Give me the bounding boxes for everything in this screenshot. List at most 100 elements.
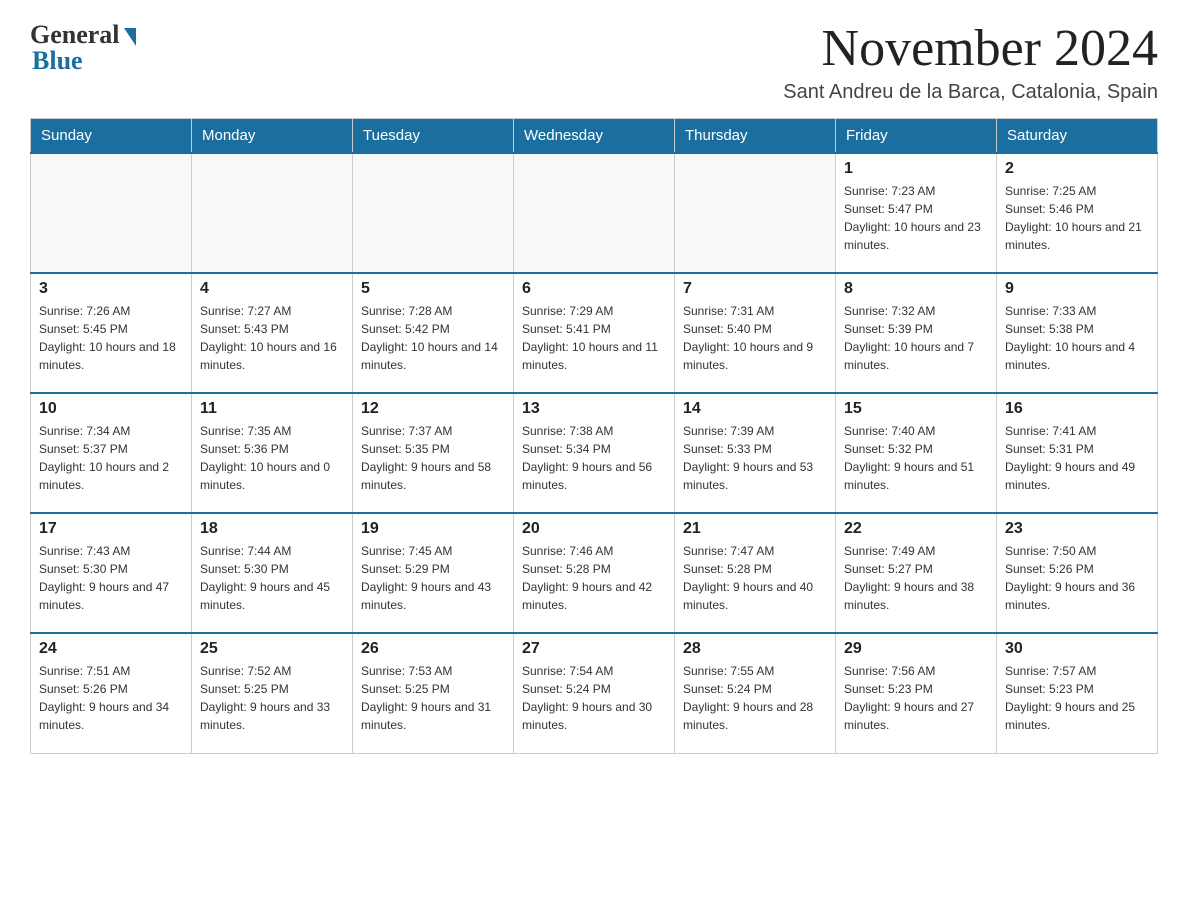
day-info: Sunrise: 7:31 AMSunset: 5:40 PMDaylight:… xyxy=(683,302,827,374)
day-number: 27 xyxy=(522,640,666,658)
day-number: 16 xyxy=(1005,400,1149,418)
day-number: 29 xyxy=(844,640,988,658)
calendar-day-cell xyxy=(192,153,353,273)
calendar-table: SundayMondayTuesdayWednesdayThursdayFrid… xyxy=(30,118,1158,754)
day-info: Sunrise: 7:51 AMSunset: 5:26 PMDaylight:… xyxy=(39,662,183,734)
day-info: Sunrise: 7:53 AMSunset: 5:25 PMDaylight:… xyxy=(361,662,505,734)
calendar-week-row: 1 Sunrise: 7:23 AMSunset: 5:47 PMDaylight… xyxy=(31,153,1158,273)
day-info: Sunrise: 7:35 AMSunset: 5:36 PMDaylight:… xyxy=(200,422,344,494)
day-info: Sunrise: 7:32 AMSunset: 5:39 PMDaylight:… xyxy=(844,302,988,374)
calendar-day-cell: 26 Sunrise: 7:53 AMSunset: 5:25 PMDayligh… xyxy=(353,633,514,753)
weekday-header-cell: Saturday xyxy=(997,119,1158,154)
day-number: 26 xyxy=(361,640,505,658)
day-info: Sunrise: 7:57 AMSunset: 5:23 PMDaylight:… xyxy=(1005,662,1149,734)
title-section: November 2024 Sant Andreu de la Barca, C… xyxy=(783,20,1158,104)
calendar-day-cell: 25Sunrise: 7:52 AMSunset: 5:25 PMDayligh… xyxy=(192,633,353,753)
day-number: 5 xyxy=(361,280,505,298)
day-info: Sunrise: 7:47 AMSunset: 5:28 PMDaylight:… xyxy=(683,542,827,614)
location-text: Sant Andreu de la Barca, Catalonia, Spai… xyxy=(783,81,1158,104)
day-number: 20 xyxy=(522,520,666,538)
calendar-day-cell: 21 Sunrise: 7:47 AMSunset: 5:28 PMDayligh… xyxy=(675,513,836,633)
day-number: 8 xyxy=(844,280,988,298)
calendar-day-cell: 15 Sunrise: 7:40 AMSunset: 5:32 PMDayligh… xyxy=(836,393,997,513)
logo-blue-text: Blue xyxy=(30,46,83,76)
day-info: Sunrise: 7:49 AMSunset: 5:27 PMDaylight:… xyxy=(844,542,988,614)
calendar-day-cell: 18 Sunrise: 7:44 AMSunset: 5:30 PMDayligh… xyxy=(192,513,353,633)
day-number: 25 xyxy=(200,640,344,658)
day-info: Sunrise: 7:39 AMSunset: 5:33 PMDaylight:… xyxy=(683,422,827,494)
day-number: 7 xyxy=(683,280,827,298)
calendar-day-cell: 16 Sunrise: 7:41 AMSunset: 5:31 PMDayligh… xyxy=(997,393,1158,513)
day-number: 6 xyxy=(522,280,666,298)
day-number: 15 xyxy=(844,400,988,418)
calendar-day-cell: 7 Sunrise: 7:31 AMSunset: 5:40 PMDaylight… xyxy=(675,273,836,393)
day-info: Sunrise: 7:29 AMSunset: 5:41 PMDaylight:… xyxy=(522,302,666,374)
day-info: Sunrise: 7:26 AMSunset: 5:45 PMDaylight:… xyxy=(39,302,183,374)
day-number: 11 xyxy=(200,400,344,418)
day-info: Sunrise: 7:41 AMSunset: 5:31 PMDaylight:… xyxy=(1005,422,1149,494)
calendar-day-cell: 2Sunrise: 7:25 AMSunset: 5:46 PMDaylight… xyxy=(997,153,1158,273)
calendar-week-row: 3 Sunrise: 7:26 AMSunset: 5:45 PMDaylight… xyxy=(31,273,1158,393)
day-number: 4 xyxy=(200,280,344,298)
calendar-day-cell: 1 Sunrise: 7:23 AMSunset: 5:47 PMDaylight… xyxy=(836,153,997,273)
day-number: 30 xyxy=(1005,640,1149,658)
day-number: 24 xyxy=(39,640,183,658)
weekday-header-cell: Sunday xyxy=(31,119,192,154)
calendar-day-cell xyxy=(31,153,192,273)
calendar-day-cell: 13Sunrise: 7:38 AMSunset: 5:34 PMDayligh… xyxy=(514,393,675,513)
day-number: 18 xyxy=(200,520,344,538)
day-number: 1 xyxy=(844,160,988,178)
day-number: 17 xyxy=(39,520,183,538)
day-info: Sunrise: 7:50 AMSunset: 5:26 PMDaylight:… xyxy=(1005,542,1149,614)
calendar-day-cell xyxy=(675,153,836,273)
day-info: Sunrise: 7:37 AMSunset: 5:35 PMDaylight:… xyxy=(361,422,505,494)
calendar-day-cell: 6 Sunrise: 7:29 AMSunset: 5:41 PMDaylight… xyxy=(514,273,675,393)
day-info: Sunrise: 7:25 AMSunset: 5:46 PMDaylight:… xyxy=(1005,182,1149,254)
calendar-week-row: 10Sunrise: 7:34 AMSunset: 5:37 PMDayligh… xyxy=(31,393,1158,513)
day-info: Sunrise: 7:34 AMSunset: 5:37 PMDaylight:… xyxy=(39,422,183,494)
calendar-day-cell: 11 Sunrise: 7:35 AMSunset: 5:36 PMDayligh… xyxy=(192,393,353,513)
calendar-day-cell: 9 Sunrise: 7:33 AMSunset: 5:38 PMDaylight… xyxy=(997,273,1158,393)
logo: General Blue xyxy=(30,20,136,76)
calendar-day-cell: 30 Sunrise: 7:57 AMSunset: 5:23 PMDayligh… xyxy=(997,633,1158,753)
calendar-day-cell: 29 Sunrise: 7:56 AMSunset: 5:23 PMDayligh… xyxy=(836,633,997,753)
calendar-day-cell: 5 Sunrise: 7:28 AMSunset: 5:42 PMDaylight… xyxy=(353,273,514,393)
calendar-day-cell: 3 Sunrise: 7:26 AMSunset: 5:45 PMDaylight… xyxy=(31,273,192,393)
day-number: 19 xyxy=(361,520,505,538)
day-info: Sunrise: 7:40 AMSunset: 5:32 PMDaylight:… xyxy=(844,422,988,494)
day-info: Sunrise: 7:46 AMSunset: 5:28 PMDaylight:… xyxy=(522,542,666,614)
day-info: Sunrise: 7:33 AMSunset: 5:38 PMDaylight:… xyxy=(1005,302,1149,374)
calendar-day-cell: 28Sunrise: 7:55 AMSunset: 5:24 PMDayligh… xyxy=(675,633,836,753)
weekday-header-cell: Thursday xyxy=(675,119,836,154)
month-title: November 2024 xyxy=(783,20,1158,77)
day-info: Sunrise: 7:54 AMSunset: 5:24 PMDaylight:… xyxy=(522,662,666,734)
calendar-day-cell xyxy=(353,153,514,273)
day-number: 12 xyxy=(361,400,505,418)
day-info: Sunrise: 7:23 AMSunset: 5:47 PMDaylight:… xyxy=(844,182,988,254)
weekday-header-cell: Tuesday xyxy=(353,119,514,154)
calendar-week-row: 17Sunrise: 7:43 AMSunset: 5:30 PMDayligh… xyxy=(31,513,1158,633)
day-number: 21 xyxy=(683,520,827,538)
day-number: 22 xyxy=(844,520,988,538)
day-number: 23 xyxy=(1005,520,1149,538)
day-number: 9 xyxy=(1005,280,1149,298)
day-number: 13 xyxy=(522,400,666,418)
calendar-day-cell: 10Sunrise: 7:34 AMSunset: 5:37 PMDayligh… xyxy=(31,393,192,513)
calendar-day-cell: 17Sunrise: 7:43 AMSunset: 5:30 PMDayligh… xyxy=(31,513,192,633)
calendar-day-cell: 8 Sunrise: 7:32 AMSunset: 5:39 PMDaylight… xyxy=(836,273,997,393)
calendar-day-cell: 24 Sunrise: 7:51 AMSunset: 5:26 PMDayligh… xyxy=(31,633,192,753)
day-number: 28 xyxy=(683,640,827,658)
day-info: Sunrise: 7:56 AMSunset: 5:23 PMDaylight:… xyxy=(844,662,988,734)
day-number: 14 xyxy=(683,400,827,418)
calendar-day-cell: 14 Sunrise: 7:39 AMSunset: 5:33 PMDayligh… xyxy=(675,393,836,513)
page-header: General Blue November 2024 Sant Andreu d… xyxy=(30,20,1158,104)
calendar-day-cell: 19Sunrise: 7:45 AMSunset: 5:29 PMDayligh… xyxy=(353,513,514,633)
weekday-header-cell: Monday xyxy=(192,119,353,154)
weekday-header-row: SundayMondayTuesdayWednesdayThursdayFrid… xyxy=(31,119,1158,154)
calendar-day-cell: 20 Sunrise: 7:46 AMSunset: 5:28 PMDayligh… xyxy=(514,513,675,633)
calendar-day-cell xyxy=(514,153,675,273)
day-number: 3 xyxy=(39,280,183,298)
day-info: Sunrise: 7:44 AMSunset: 5:30 PMDaylight:… xyxy=(200,542,344,614)
calendar-day-cell: 27 Sunrise: 7:54 AMSunset: 5:24 PMDayligh… xyxy=(514,633,675,753)
day-info: Sunrise: 7:28 AMSunset: 5:42 PMDaylight:… xyxy=(361,302,505,374)
